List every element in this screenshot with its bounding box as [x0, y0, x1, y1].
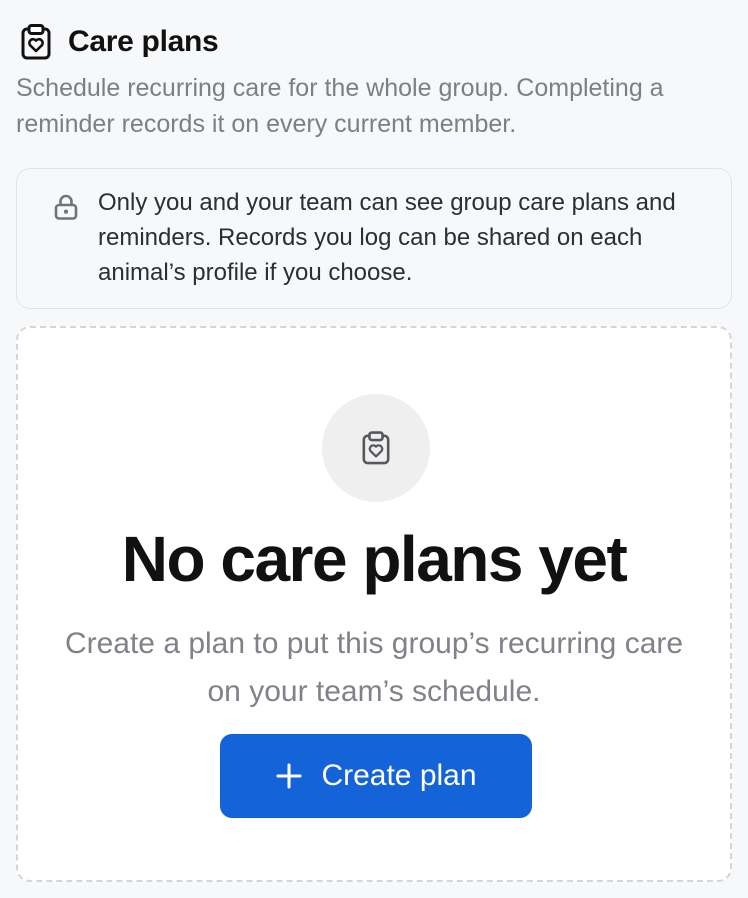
clipboard-heart-icon	[21, 24, 51, 60]
create-plan-button[interactable]: Create plan	[220, 734, 532, 818]
lock-icon	[54, 194, 78, 220]
privacy-note: Only you and your team can see group car…	[16, 168, 732, 309]
clipboard-heart-icon	[362, 431, 390, 465]
plus-icon	[276, 763, 302, 789]
create-plan-label: Create plan	[321, 759, 477, 792]
empty-state: No care plans yet Create a plan to put t…	[16, 326, 732, 882]
empty-state-icon-circle	[322, 394, 430, 502]
empty-state-description: Create a plan to put this group’s recurr…	[64, 627, 684, 708]
care-plans-header: Care plans	[20, 24, 219, 60]
privacy-note-text: Only you and your team can see group car…	[98, 189, 676, 286]
empty-state-title: No care plans yet	[121, 523, 628, 595]
page-title: Care plans	[68, 25, 219, 58]
care-plans-section: Care plans Schedule recurring care for t…	[0, 0, 748, 898]
section-description: Schedule recurring care for the whole gr…	[16, 74, 664, 138]
